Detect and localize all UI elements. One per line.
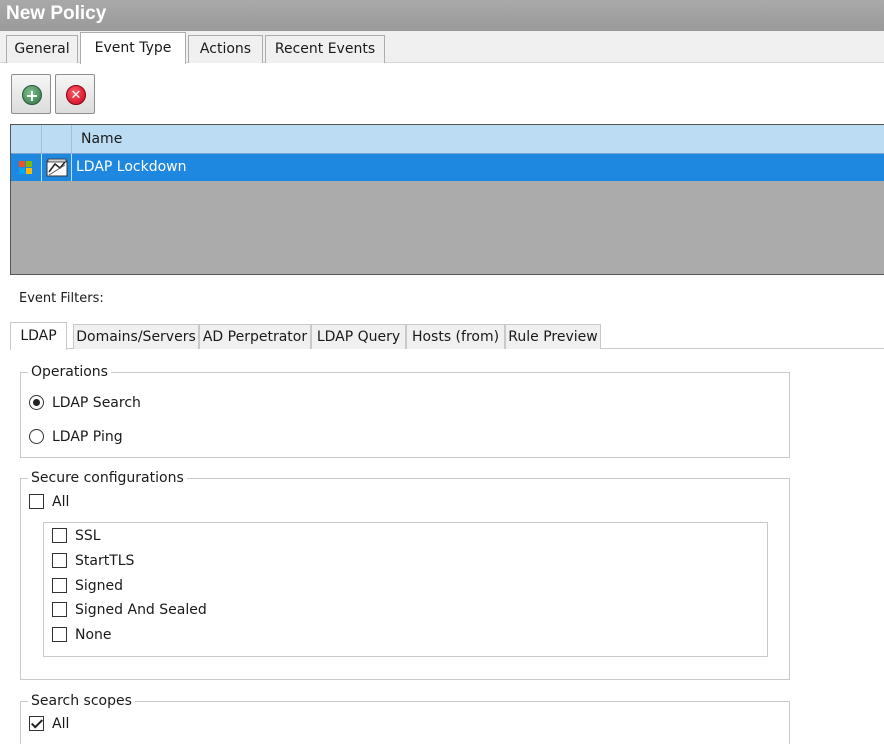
grid-row-selected[interactable]: LDAP Lockdown — [11, 154, 884, 181]
row-name-cell: LDAP Lockdown — [76, 159, 187, 175]
signed-checkbox[interactable] — [52, 578, 67, 593]
ldap-search-label: LDAP Search — [52, 395, 141, 411]
event-type-icon — [46, 158, 68, 177]
add-circle-icon: + — [22, 85, 42, 105]
search-scopes-group — [20, 701, 790, 744]
main-tab-strip: General Event Type Actions Recent Events — [0, 31, 884, 64]
tab-actions[interactable]: Actions — [188, 35, 263, 63]
signed-and-sealed-checkbox[interactable] — [52, 602, 67, 617]
none-checkbox[interactable] — [52, 627, 67, 642]
starttls-checkbox[interactable] — [52, 553, 67, 568]
header-type-column[interactable] — [42, 125, 72, 154]
event-filters-label: Event Filters: — [19, 291, 104, 306]
operations-group — [20, 372, 790, 458]
ldap-ping-label: LDAP Ping — [52, 429, 123, 445]
tab-hosts-from[interactable]: Hosts (from) — [406, 324, 505, 349]
tab-general[interactable]: General — [6, 35, 78, 63]
secure-all-checkbox[interactable] — [29, 494, 44, 509]
secure-configurations-title: Secure configurations — [28, 469, 187, 487]
remove-button[interactable]: ✕ — [55, 74, 95, 114]
ssl-checkbox[interactable] — [52, 528, 67, 543]
grid-header: Name — [11, 125, 884, 154]
window-title: New Policy — [6, 3, 107, 24]
header-name-column[interactable]: Name — [81, 125, 122, 154]
header-os-column[interactable] — [11, 125, 42, 154]
ldap-search-radio[interactable] — [29, 395, 44, 410]
search-scopes-all-label: All — [52, 716, 70, 732]
none-label: None — [75, 627, 112, 643]
secure-options-list — [43, 522, 768, 657]
remove-circle-icon: ✕ — [66, 85, 86, 105]
tab-ad-perpetrator[interactable]: AD Perpetrator — [199, 324, 311, 349]
operations-title: Operations — [28, 363, 111, 381]
add-button[interactable]: + — [11, 74, 51, 114]
tab-event-type[interactable]: Event Type — [80, 32, 186, 64]
event-filter-tabs: LDAP Domains/Servers AD Perpetrator LDAP… — [10, 322, 884, 350]
secure-all-label: All — [52, 494, 70, 510]
search-scopes-title: Search scopes — [28, 692, 135, 710]
search-scopes-all-checkbox[interactable] — [29, 716, 44, 731]
event-type-grid: Name LDAP Lockdown — [10, 124, 884, 275]
ldap-ping-radio[interactable] — [29, 429, 44, 444]
signed-and-sealed-label: Signed And Sealed — [75, 602, 207, 618]
tab-domains-servers[interactable]: Domains/Servers — [73, 324, 199, 349]
starttls-label: StartTLS — [75, 553, 135, 569]
tab-rule-preview[interactable]: Rule Preview — [505, 324, 601, 349]
signed-label: Signed — [75, 578, 124, 594]
windows-logo-icon — [19, 161, 33, 175]
tab-ldap[interactable]: LDAP — [10, 322, 67, 350]
tab-recent-events[interactable]: Recent Events — [265, 35, 385, 63]
tab-ldap-query[interactable]: LDAP Query — [311, 324, 406, 349]
title-bar: New Policy — [0, 0, 884, 31]
ssl-label: SSL — [75, 528, 101, 544]
